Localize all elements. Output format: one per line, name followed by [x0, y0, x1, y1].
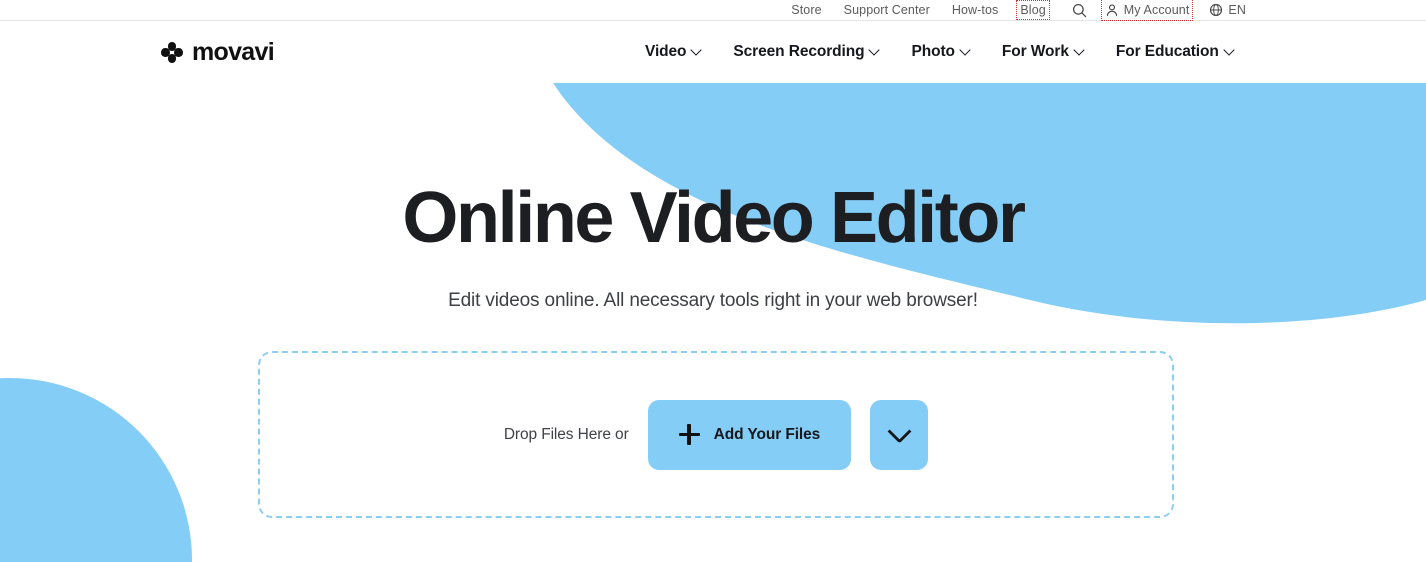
file-dropzone[interactable]: Drop Files Here or Add Your Files — [258, 351, 1174, 518]
nav-item-video[interactable]: Video — [645, 43, 701, 61]
topbar-link-how-tos[interactable]: How-tos — [952, 4, 999, 17]
chevron-down-icon — [692, 46, 701, 55]
chevron-down-icon — [1225, 46, 1234, 55]
topbar-language-label: EN — [1228, 2, 1246, 17]
plus-icon — [678, 424, 700, 445]
chevron-down-icon — [1075, 46, 1084, 55]
primary-navigation: Video Screen Recording Photo For Work Fo… — [645, 43, 1234, 61]
topbar-account-label: My Account — [1123, 2, 1190, 17]
page-title: Online Video Editor — [402, 178, 1026, 258]
nav-item-screen-recording[interactable]: Screen Recording — [733, 43, 879, 61]
nav-label: Photo — [911, 43, 955, 60]
nav-label: For Work — [1001, 43, 1069, 60]
chevron-down-icon — [961, 46, 970, 55]
topbar-link-store[interactable]: Store — [791, 4, 821, 17]
topbar-language-switcher[interactable]: EN — [1209, 3, 1246, 17]
diamond-dots-icon — [161, 42, 183, 63]
nav-item-photo[interactable]: Photo — [911, 43, 969, 61]
topbar-link-support-center[interactable]: Support Center — [844, 4, 930, 17]
hero-section: Online Video Editor Edit videos online. … — [0, 83, 1426, 312]
main-header: movavi Video Screen Recording Photo For … — [0, 21, 1426, 83]
chevron-down-icon — [870, 46, 879, 55]
nav-label: Video — [645, 43, 687, 60]
add-your-files-label: Add Your Files — [713, 425, 821, 443]
chevron-down-icon — [890, 422, 908, 440]
hero-subtitle: Edit videos online. All necessary tools … — [448, 290, 978, 311]
search-icon[interactable] — [1072, 3, 1087, 18]
person-icon — [1105, 3, 1119, 17]
logo-text: movavi — [192, 37, 275, 66]
topbar-link-my-account[interactable]: My Account — [1100, 0, 1194, 21]
nav-label: Screen Recording — [733, 43, 865, 60]
globe-icon — [1209, 3, 1223, 17]
nav-item-for-education[interactable]: For Education — [1116, 43, 1234, 61]
add-files-dropdown-button[interactable] — [870, 399, 929, 470]
nav-label: For Education — [1115, 43, 1219, 60]
topbar-link-blog[interactable]: Blog — [1016, 0, 1050, 21]
dropzone-prompt: Drop Files Here or — [503, 425, 629, 443]
nav-item-for-work[interactable]: For Work — [1002, 43, 1084, 61]
blue-circle-shape — [0, 378, 192, 562]
top-utility-bar: Store Support Center How-tos Blog My Acc… — [0, 0, 1426, 21]
movavi-logo[interactable]: movavi — [161, 37, 275, 67]
page-root: Store Support Center How-tos Blog My Acc… — [0, 0, 1426, 562]
add-your-files-button[interactable]: Add Your Files — [647, 399, 852, 470]
dropzone-controls: Drop Files Here or Add Your Files — [503, 399, 929, 470]
